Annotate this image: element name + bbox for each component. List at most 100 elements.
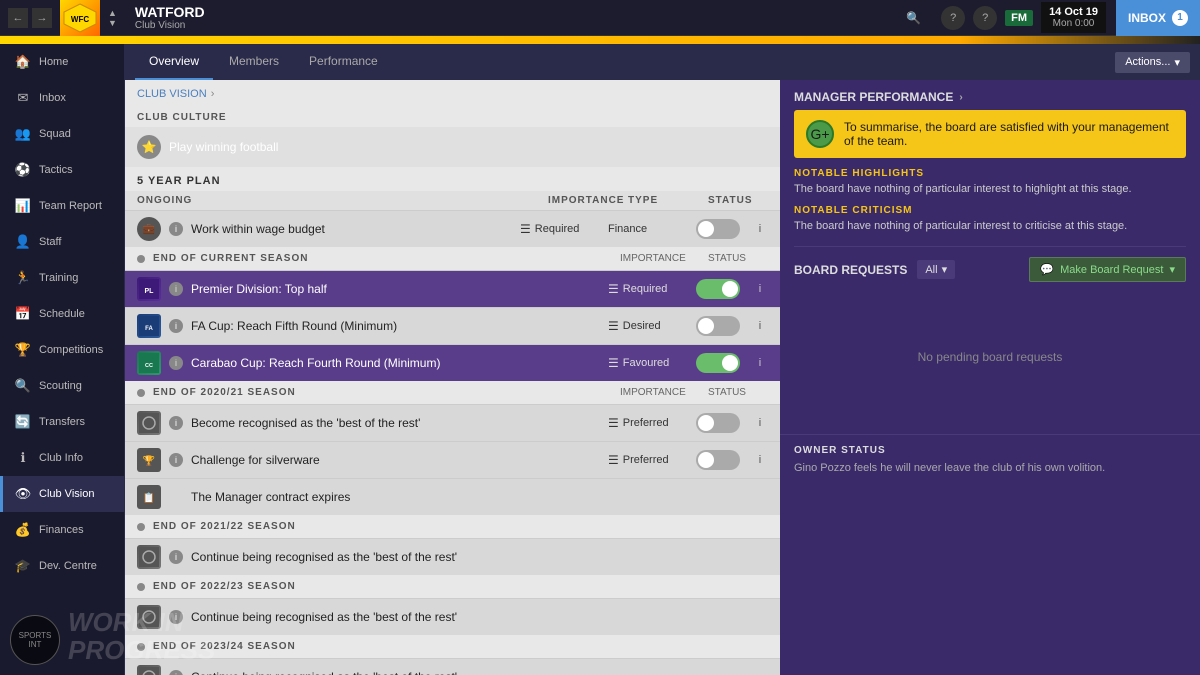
- season-dot-3: [137, 523, 145, 531]
- 2223-info-icon[interactable]: i: [169, 610, 183, 624]
- club-culture-item: ⭐ Play winning football: [125, 127, 780, 167]
- importance-icon: ☰: [520, 222, 531, 236]
- s2-status-col: STATUS: [708, 387, 768, 398]
- season-dot-2: [137, 389, 145, 397]
- sidebar-item-squad[interactable]: 👥 Squad: [0, 116, 124, 152]
- ongoing-status-toggle[interactable]: [696, 219, 740, 239]
- manager-performance-header[interactable]: MANAGER PERFORMANCE ›: [780, 80, 1200, 110]
- fa-toggle-knob: [698, 318, 714, 334]
- best-row-label-1: Become recognised as the 'best of the re…: [191, 416, 600, 430]
- sidebar-item-tactics[interactable]: ⚽ Tactics: [0, 152, 124, 188]
- actions-button[interactable]: Actions... ▾: [1115, 52, 1190, 73]
- silverware-label: Challenge for silverware: [191, 453, 600, 467]
- sidebar-item-competitions[interactable]: 🏆 Competitions: [0, 332, 124, 368]
- toggle-info-icon[interactable]: i: [752, 221, 768, 237]
- inbox-count: 1: [1172, 10, 1188, 26]
- sidebar-item-club-info[interactable]: ℹ Club Info: [0, 440, 124, 476]
- best-toggle-1[interactable]: [696, 413, 740, 433]
- help-icon-1[interactable]: ?: [941, 6, 965, 30]
- main-split: CLUB VISION › CLUB CULTURE ⭐ Play winnin…: [125, 80, 1200, 675]
- sidebar-item-transfers[interactable]: 🔄 Transfers: [0, 404, 124, 440]
- content-area: Overview Members Performance Actions... …: [125, 44, 1200, 675]
- sidebar-item-dev-centre[interactable]: 🎓 Dev. Centre: [0, 548, 124, 584]
- sidebar-label-dev-centre: Dev. Centre: [39, 560, 97, 572]
- tactics-icon: ⚽: [15, 162, 31, 178]
- transfers-icon: 🔄: [15, 414, 31, 430]
- pl-info-icon[interactable]: i: [169, 282, 183, 296]
- tab-performance[interactable]: Performance: [295, 44, 392, 80]
- sidebar-item-scouting[interactable]: 🔍 Scouting: [0, 368, 124, 404]
- make-request-label: Make Board Request: [1060, 264, 1163, 276]
- manager-perf-label: MANAGER PERFORMANCE: [794, 90, 953, 104]
- board-requests-header: BOARD REQUESTS All ▾ 💬 Make Board Reques…: [780, 247, 1200, 290]
- cc-row: CC i Carabao Cup: Reach Fourth Round (Mi…: [125, 344, 780, 381]
- silverware-toggle-info[interactable]: i: [752, 452, 768, 468]
- forward-button[interactable]: →: [32, 8, 52, 28]
- best-of-rest-row-1: i Become recognised as the 'best of the …: [125, 404, 780, 441]
- inbox-label: INBOX: [1128, 11, 1166, 25]
- fa-toggle-info[interactable]: i: [752, 318, 768, 334]
- global-search[interactable]: 🔍: [896, 11, 931, 25]
- club-name: WATFORD: [135, 4, 886, 20]
- sidebar-label-tactics: Tactics: [39, 164, 73, 176]
- cc-toggle[interactable]: [696, 353, 740, 373]
- staff-icon: 👤: [15, 234, 31, 250]
- tab-overview[interactable]: Overview: [135, 44, 213, 80]
- pl-toggle[interactable]: [696, 279, 740, 299]
- filter-all-button[interactable]: All ▾: [917, 260, 955, 279]
- 2021-season-label: END OF 2020/21 SEASON: [153, 387, 612, 398]
- sidebar-item-inbox[interactable]: ✉ Inbox: [0, 80, 124, 116]
- club-nav-arrows[interactable]: ▲ ▼: [100, 8, 125, 28]
- help-icon-2[interactable]: ?: [973, 6, 997, 30]
- fm-badge: FM: [1005, 10, 1033, 26]
- sidebar-item-finances[interactable]: 💰 Finances: [0, 512, 124, 548]
- 2324-info-icon[interactable]: i: [169, 670, 183, 675]
- date-text: 14 Oct 19: [1049, 6, 1098, 18]
- sidebar-item-club-vision[interactable]: 👁 Club Vision: [0, 476, 124, 512]
- sidebar-item-staff[interactable]: 👤 Staff: [0, 224, 124, 260]
- silverware-info-icon[interactable]: i: [169, 453, 183, 467]
- cc-importance: ☰ Favoured: [608, 356, 688, 370]
- 2122-info-icon[interactable]: i: [169, 550, 183, 564]
- best-info-icon-1[interactable]: i: [752, 415, 768, 431]
- pl-toggle-info[interactable]: i: [752, 281, 768, 297]
- sidebar-item-training[interactable]: 🏃 Training: [0, 260, 124, 296]
- ongoing-importance-badge: ☰ Required: [520, 222, 600, 236]
- fa-info-icon[interactable]: i: [169, 319, 183, 333]
- cc-badge: CC: [137, 351, 161, 375]
- best-info-1[interactable]: i: [169, 416, 183, 430]
- owner-status-title: OWNER STATUS: [794, 445, 1186, 456]
- highlights-text: The board have nothing of particular int…: [794, 183, 1186, 195]
- svg-text:FA: FA: [145, 326, 153, 332]
- fa-toggle[interactable]: [696, 316, 740, 336]
- back-button[interactable]: ←: [8, 8, 28, 28]
- breadcrumb-link[interactable]: CLUB VISION: [137, 88, 207, 100]
- fa-badge: FA: [137, 314, 161, 338]
- culture-icon: ⭐: [137, 135, 161, 159]
- ongoing-type-col: TYPE: [628, 195, 708, 206]
- 2223-label: Continue being recognised as the 'best o…: [191, 610, 768, 624]
- sidebar-item-home[interactable]: 🏠 Home: [0, 44, 124, 80]
- ongoing-status-col: STATUS: [708, 195, 768, 206]
- silverware-importance: ☰ Preferred: [608, 453, 688, 467]
- sidebar-item-team-report[interactable]: 📊 Team Report: [0, 188, 124, 224]
- cc-toggle-info[interactable]: i: [752, 355, 768, 371]
- silverware-toggle[interactable]: [696, 450, 740, 470]
- make-board-request-button[interactable]: 💬 Make Board Request ▾: [1029, 257, 1186, 282]
- tab-members[interactable]: Members: [215, 44, 293, 80]
- inbox-button[interactable]: INBOX 1: [1116, 0, 1200, 36]
- sidebar-label-team-report: Team Report: [39, 200, 102, 212]
- scouting-icon: 🔍: [15, 378, 31, 394]
- sidebar-label-finances: Finances: [39, 524, 84, 536]
- criticism-text: The board have nothing of particular int…: [794, 220, 1186, 232]
- cc-info-icon[interactable]: i: [169, 356, 183, 370]
- 2223-season-label: END OF 2022/23 SEASON: [153, 581, 768, 592]
- training-icon: 🏃: [15, 270, 31, 286]
- ongoing-row: 💼 i Work within wage budget ☰ Required F…: [125, 210, 780, 247]
- ongoing-row-label: Work within wage budget: [191, 222, 512, 236]
- sidebar-item-schedule[interactable]: 📅 Schedule: [0, 296, 124, 332]
- no-pending-label: No pending board requests: [780, 290, 1200, 424]
- squad-icon: 👥: [15, 126, 31, 142]
- ongoing-info-icon[interactable]: i: [169, 222, 183, 236]
- fa-row: FA i FA Cup: Reach Fifth Round (Minimum)…: [125, 307, 780, 344]
